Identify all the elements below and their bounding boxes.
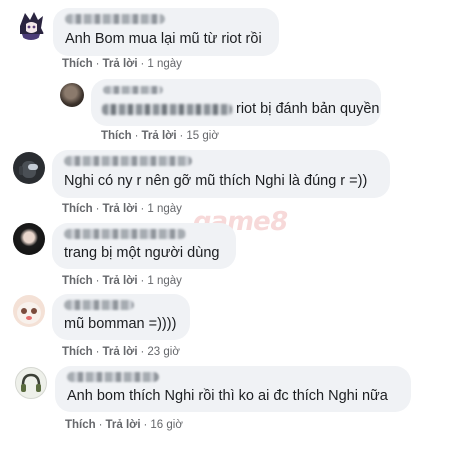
like-link[interactable]: Thích: [62, 203, 93, 215]
avatar[interactable]: [13, 152, 45, 184]
like-link[interactable]: Thích: [62, 58, 93, 70]
reply-link[interactable]: Trả lời: [103, 58, 138, 70]
separator-dot: ·: [140, 203, 145, 215]
comment-actions: Thích · Trả lời · 23 giờ: [62, 346, 180, 358]
comment-actions: Thích · Trả lời · 1 ngày: [62, 203, 182, 215]
commenter-name-redacted[interactable]: [64, 300, 134, 310]
separator-dot: ·: [140, 346, 145, 358]
comment-bubble: mũ bomman =)))): [52, 294, 190, 340]
anime-avatar-icon: [20, 12, 44, 40]
reply-link[interactable]: Trả lời: [142, 130, 177, 142]
comment-text: Nghi có ny r nên gỡ mũ thích Nghi là đún…: [64, 173, 368, 189]
avatar[interactable]: [13, 223, 45, 255]
avatar[interactable]: [15, 367, 47, 399]
comment-bubble: Anh Bom mua lại mũ từ riot rồi: [53, 8, 279, 56]
separator-dot: ·: [95, 275, 100, 287]
timestamp[interactable]: 1 ngày: [147, 275, 182, 287]
like-link[interactable]: Thích: [101, 130, 132, 142]
separator-dot: ·: [98, 419, 103, 431]
reply-link[interactable]: Trả lời: [103, 275, 138, 287]
like-link[interactable]: Thích: [65, 419, 96, 431]
cat-avatar-icon: [17, 302, 41, 324]
timestamp[interactable]: 16 giờ: [150, 419, 182, 431]
separator-dot: ·: [143, 419, 148, 431]
comment-text: Anh bom thích Nghi rồi thì ko ai đc thíc…: [67, 388, 388, 404]
comment-bubble: Anh bom thích Nghi rồi thì ko ai đc thíc…: [55, 366, 411, 412]
separator-dot: ·: [140, 275, 145, 287]
reply-link[interactable]: Trả lời: [103, 346, 138, 358]
separator-dot: ·: [95, 346, 100, 358]
comment-text: Anh Bom mua lại mũ từ riot rồi: [65, 31, 262, 47]
commenter-name-redacted[interactable]: [65, 14, 165, 24]
reply-text: riot bị đánh bản quyền: [102, 101, 380, 117]
comment-actions: Thích · Trả lời · 1 ngày: [62, 58, 182, 70]
reply-text-content: riot bị đánh bản quyền: [236, 101, 380, 117]
comment-bubble: Nghi có ny r nên gỡ mũ thích Nghi là đún…: [52, 150, 390, 198]
avatar[interactable]: [13, 295, 45, 327]
separator-dot: ·: [95, 58, 100, 70]
comment-text: trang bị một người dùng: [64, 245, 220, 261]
commenter-name-redacted[interactable]: [64, 229, 186, 239]
reply-link[interactable]: Trả lời: [103, 203, 138, 215]
timestamp[interactable]: 23 giờ: [147, 346, 179, 358]
comment-actions: Thích · Trả lời · 15 giờ: [101, 130, 219, 142]
timestamp[interactable]: 1 ngày: [147, 203, 182, 215]
comment-actions: Thích · Trả lời · 1 ngày: [62, 275, 182, 287]
separator-dot: ·: [134, 130, 139, 142]
comment-text: mũ bomman =)))): [64, 316, 177, 332]
separator-dot: ·: [140, 58, 145, 70]
timestamp[interactable]: 15 giờ: [186, 130, 218, 142]
comment-actions: Thích · Trả lời · 16 giờ: [65, 419, 183, 431]
headphones-avatar-icon: [21, 373, 41, 392]
commenter-name-redacted[interactable]: [67, 372, 159, 382]
commenter-name-redacted[interactable]: [64, 156, 192, 166]
separator-dot: ·: [179, 130, 184, 142]
avatar[interactable]: [60, 83, 84, 107]
avatar[interactable]: [16, 10, 46, 40]
like-link[interactable]: Thích: [62, 346, 93, 358]
like-link[interactable]: Thích: [62, 275, 93, 287]
comment-bubble: trang bị một người dùng: [52, 223, 236, 269]
timestamp[interactable]: 1 ngày: [147, 58, 182, 70]
reply-link[interactable]: Trả lời: [106, 419, 141, 431]
commenter-name-redacted[interactable]: [103, 86, 163, 94]
mentioned-name-redacted[interactable]: [102, 103, 232, 115]
crewmate-avatar-icon: [19, 161, 38, 178]
reply-bubble: riot bị đánh bản quyền: [91, 79, 381, 126]
separator-dot: ·: [95, 203, 100, 215]
